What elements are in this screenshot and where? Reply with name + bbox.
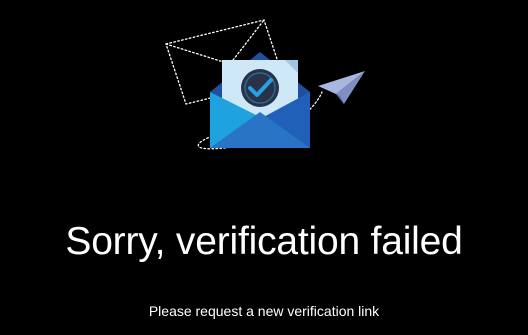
paper-plane-icon bbox=[318, 71, 365, 104]
verification-illustration bbox=[165, 19, 365, 150]
page-subtitle: Please request a new verification link bbox=[148, 303, 380, 319]
page-title: Sorry, verification failed bbox=[65, 220, 463, 263]
checkmark-icon bbox=[241, 69, 279, 107]
